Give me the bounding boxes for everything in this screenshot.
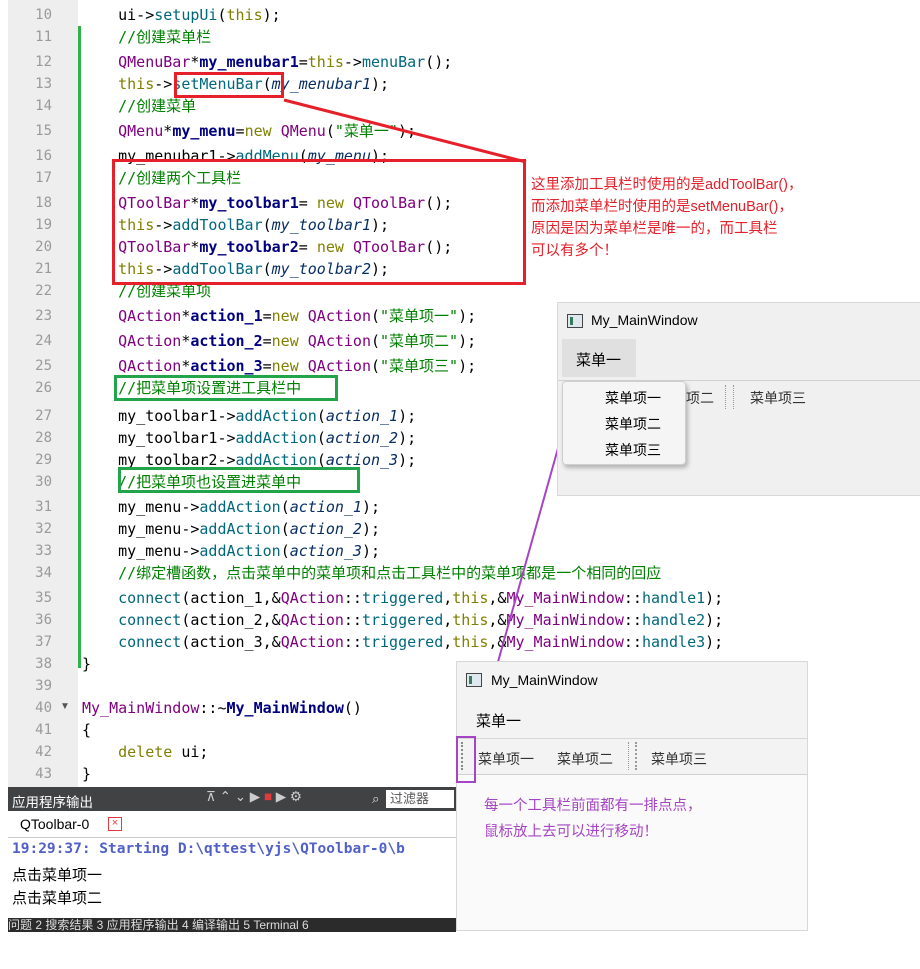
- toolbar-icons[interactable]: ⊼ ⌃ ⌄ ▶ ■ ▶ ⚙: [206, 789, 302, 805]
- window-title: My_MainWindow: [591, 312, 698, 328]
- output-line: 点击菜单项二: [12, 890, 103, 907]
- output-tabs: QToolbar-0 ×: [8, 811, 456, 838]
- close-icon[interactable]: ×: [108, 817, 122, 831]
- output-panel-header: 应用程序输出 ⊼ ⌃ ⌄ ▶ ■ ▶ ⚙ ⌕ 过滤器: [8, 787, 456, 811]
- search-icon: ⌕: [372, 791, 380, 806]
- purple-explanation-note: 每一个工具栏前面都有一排点点， 鼠标放上去可以进行移动！: [484, 798, 702, 840]
- toolbar-item-3[interactable]: 菜单项三: [750, 388, 806, 408]
- toolbar-item-3[interactable]: 菜单项三: [651, 749, 707, 769]
- dropdown-item[interactable]: 菜单项三: [605, 440, 661, 460]
- toolbar-handle[interactable]: [733, 385, 734, 409]
- output-tab[interactable]: QToolbar-0: [20, 816, 89, 832]
- toolbar-item-2[interactable]: 菜单项二: [557, 749, 613, 769]
- window-title: My_MainWindow: [491, 672, 598, 688]
- toolbar-item-partial[interactable]: 项二: [686, 388, 714, 408]
- menu-item[interactable]: 菜单一: [476, 710, 521, 731]
- red-connector-line: [283, 98, 527, 164]
- output-start-line: 19:29:37: Starting D:\qttest\yjs\QToolba…: [12, 841, 405, 857]
- handle-highlight-box: [456, 736, 476, 783]
- bottom-status-tabs[interactable]: 问题 2 搜索结果 3 应用程序输出 4 编译输出 5 Terminal 6: [8, 918, 456, 932]
- output-line: 点击菜单项一: [12, 867, 103, 884]
- dropdown-menu: 菜单项一 菜单项二 菜单项三: [562, 381, 686, 465]
- window-icon: [466, 673, 482, 687]
- main-window-top: My_MainWindow 菜单一 项二 菜单项三 菜单项一 菜单项二 菜单项三: [557, 302, 920, 496]
- output-panel-title: 应用程序输出: [12, 795, 93, 810]
- toolbar-item-1[interactable]: 菜单项一: [478, 749, 534, 769]
- application-output-panel: 应用程序输出 ⊼ ⌃ ⌄ ▶ ■ ▶ ⚙ ⌕ 过滤器 QToolbar-0 × …: [8, 787, 456, 969]
- dropdown-item[interactable]: 菜单项一: [605, 388, 661, 408]
- menu-item-active[interactable]: 菜单一: [562, 339, 636, 377]
- filter-input[interactable]: 过滤器: [386, 790, 454, 808]
- toolbar-separator: [725, 385, 726, 409]
- toolbar-drag-handle[interactable]: [635, 742, 637, 770]
- toolbar-separator: [628, 742, 629, 770]
- window-icon: [567, 314, 583, 328]
- dropdown-item[interactable]: 菜单项二: [605, 414, 661, 434]
- red-explanation-note: 这里添加工具栏时使用的是addToolBar()， 而添加菜单栏时使用的是set…: [531, 177, 803, 259]
